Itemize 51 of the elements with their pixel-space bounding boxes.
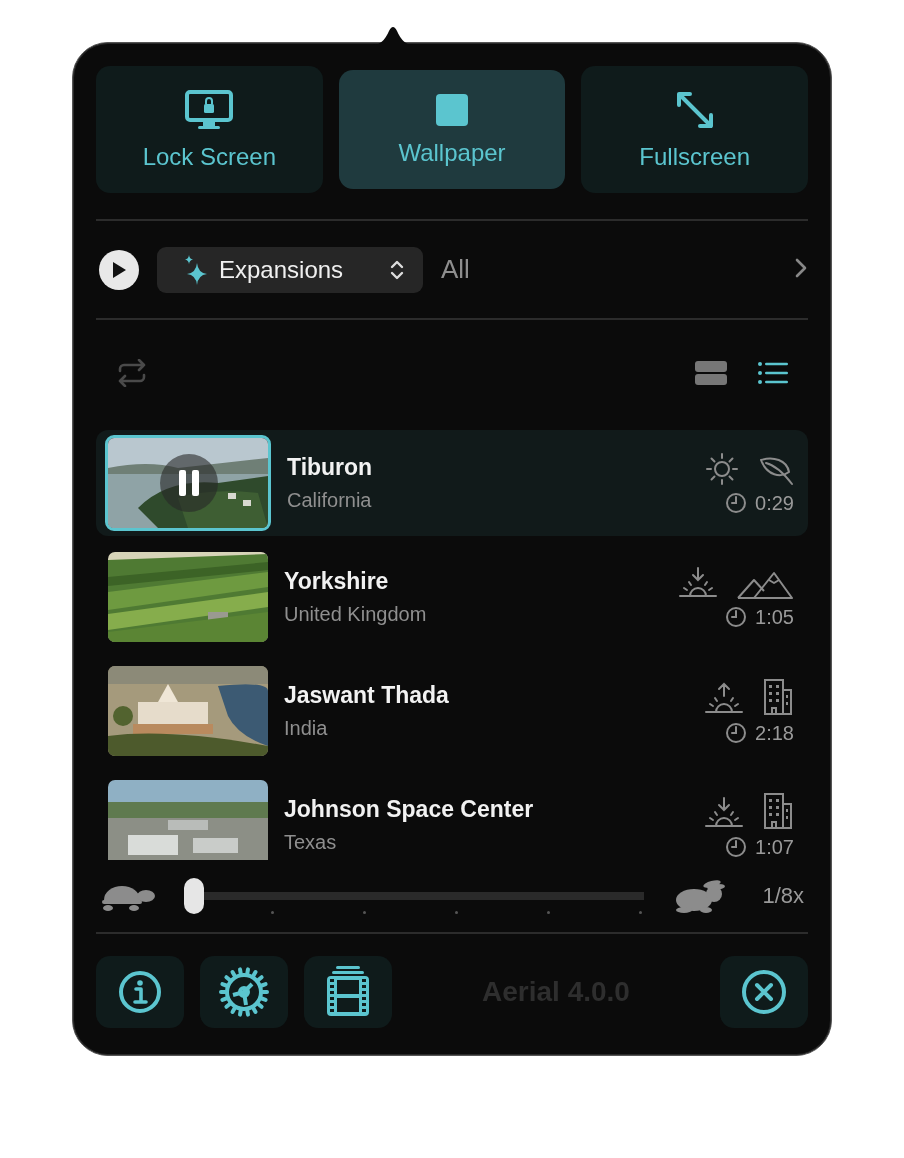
sunset-icon	[678, 565, 718, 600]
video-location: United Kingdom	[284, 603, 428, 626]
video-title: Yorkshire	[284, 568, 390, 595]
video-library-button[interactable]	[304, 956, 392, 1028]
monitor-lock-icon	[184, 88, 235, 131]
mountains-icon	[736, 569, 794, 600]
square-icon	[435, 92, 469, 127]
mode-button[interactable]: Lock Screen	[96, 66, 323, 193]
clock-icon	[725, 722, 748, 744]
sunset-icon	[704, 795, 744, 830]
video-duration: 0:29	[755, 491, 794, 515]
play-button[interactable]	[99, 249, 139, 290]
clock-icon	[725, 836, 748, 858]
building-icon	[762, 677, 794, 716]
video-location: Texas	[284, 831, 338, 854]
clock-icon	[725, 492, 748, 514]
clock-icon	[725, 606, 748, 628]
close-button[interactable]	[720, 956, 808, 1028]
filter-label: All	[441, 254, 471, 285]
video-row[interactable]: Yorkshire United Kingdom 1:05	[96, 544, 808, 650]
video-duration: 1:05	[755, 605, 794, 629]
video-title: Jaswant Thada	[284, 682, 450, 709]
sunrise-icon	[704, 681, 744, 716]
video-location: India	[284, 717, 329, 740]
film-stack-icon	[324, 966, 372, 1018]
video-location: California	[287, 489, 373, 512]
play-icon	[111, 260, 127, 279]
rabbit-icon	[674, 878, 726, 914]
video-duration: 2:18	[755, 721, 794, 745]
video-title: Johnson Space Center	[284, 796, 535, 823]
source-dropdown[interactable]: Expansions	[157, 246, 423, 293]
mode-button[interactable]: Wallpaper	[338, 70, 566, 189]
video-title: Tiburon	[287, 454, 374, 481]
cards-view-icon[interactable]	[694, 360, 728, 386]
info-icon	[117, 969, 163, 1015]
video-duration: 1:07	[755, 835, 794, 859]
slider-thumb[interactable]	[184, 878, 204, 914]
video-row[interactable]: Johnson Space Center Texas 1:07	[96, 772, 808, 860]
pause-icon	[178, 470, 200, 496]
info-button[interactable]	[96, 956, 184, 1028]
settings-icon	[219, 967, 269, 1017]
sun-icon	[704, 451, 740, 486]
mode-button[interactable]: Fullscreen	[581, 66, 808, 193]
building-icon	[762, 791, 794, 830]
video-row[interactable]: Tiburon California 0:29	[96, 430, 808, 536]
settings-button[interactable]	[200, 956, 288, 1028]
video-row[interactable]: Jaswant Thada India 2:18	[96, 658, 808, 764]
speed-reading: 1/8x	[761, 883, 804, 909]
pause-button[interactable]	[160, 454, 218, 512]
list-view-icon[interactable]	[758, 362, 788, 384]
close-icon	[740, 968, 788, 1016]
